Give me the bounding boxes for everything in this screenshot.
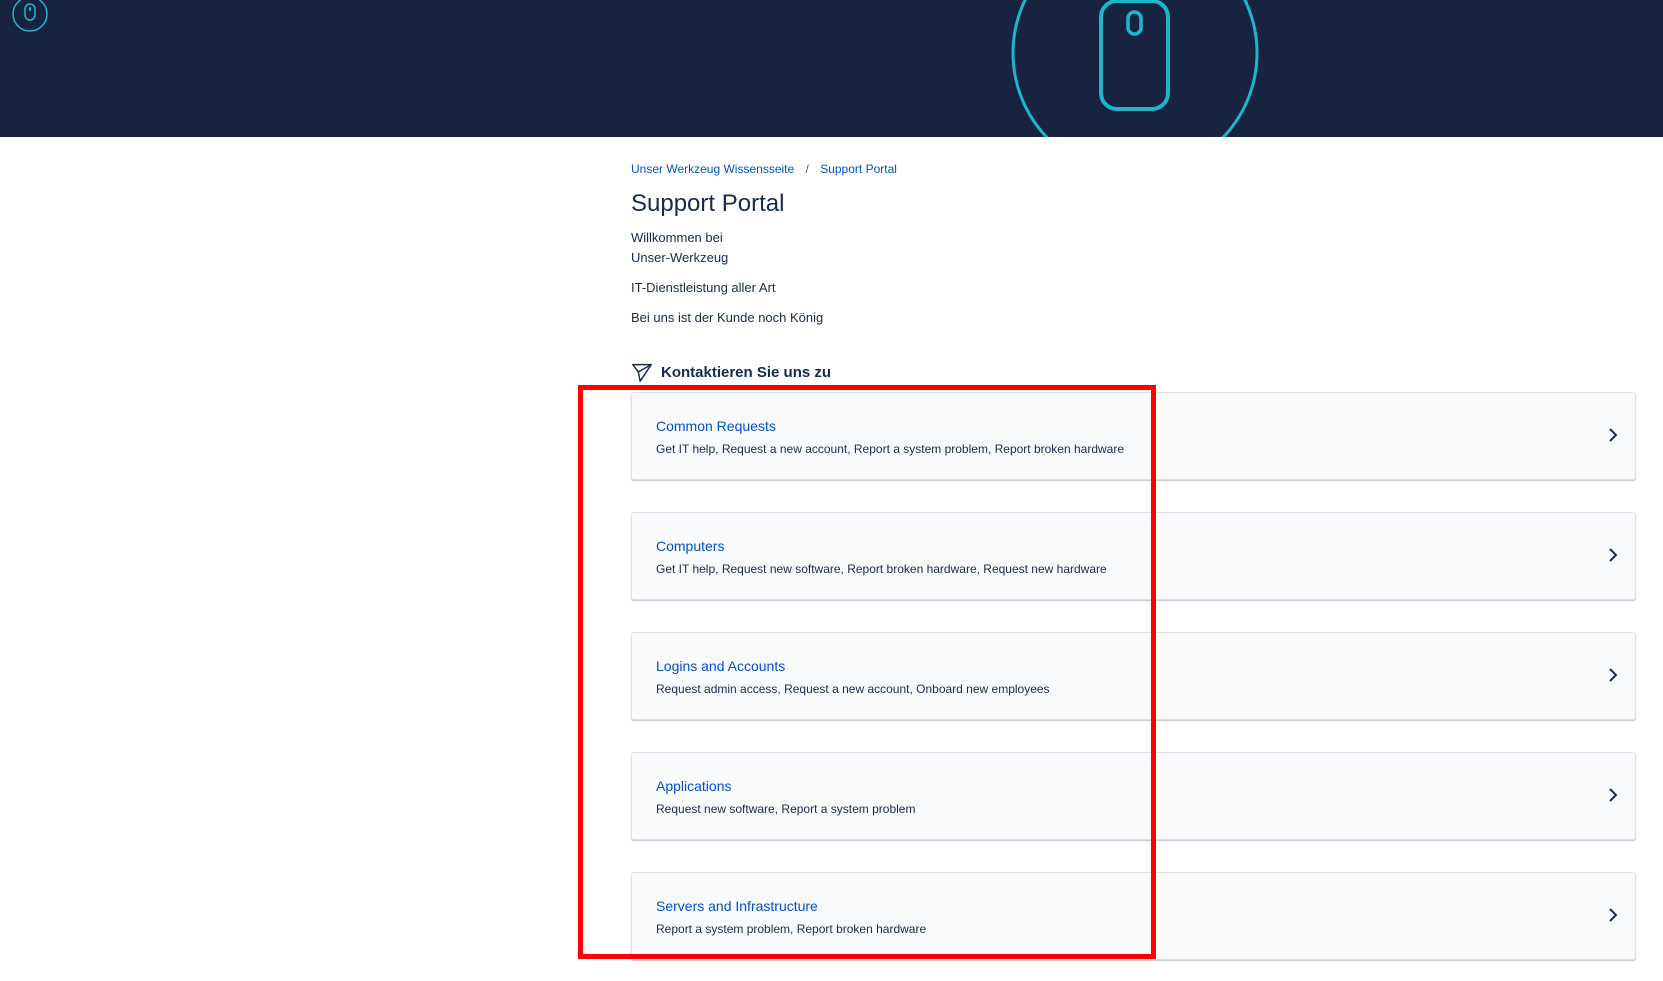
group-card-computers[interactable]: Computers Get IT help, Request new softw… — [631, 512, 1636, 600]
welcome-line-1: Willkommen bei — [631, 230, 723, 245]
group-card-servers-and-infrastructure[interactable]: Servers and Infrastructure Report a syst… — [631, 872, 1636, 960]
mouse-icon[interactable] — [10, 0, 50, 34]
welcome-line-2: Unser-Werkzeug — [631, 250, 729, 265]
breadcrumb-current-link[interactable]: Support Portal — [820, 162, 897, 176]
chevron-right-icon[interactable] — [1605, 907, 1621, 923]
group-title[interactable]: Logins and Accounts — [656, 658, 785, 674]
section-heading-label: Kontaktieren Sie uns zu — [661, 363, 832, 381]
group-title[interactable]: Applications — [656, 778, 732, 794]
group-description: Get IT help, Request a new account, Repo… — [656, 442, 1125, 456]
chevron-right-icon[interactable] — [1605, 787, 1621, 803]
breadcrumb: Unser Werkzeug Wissensseite / Support Po… — [631, 160, 1636, 178]
tagline-services: IT-Dienstleistung aller Art — [631, 280, 776, 295]
group-title[interactable]: Computers — [656, 538, 724, 554]
chevron-right-icon[interactable] — [1605, 667, 1621, 683]
group-card-applications[interactable]: Applications Request new software, Repor… — [631, 752, 1636, 840]
group-card-logins-and-accounts[interactable]: Logins and Accounts Request admin access… — [631, 632, 1636, 720]
group-title[interactable]: Servers and Infrastructure — [656, 898, 818, 914]
group-title[interactable]: Common Requests — [656, 418, 776, 434]
breadcrumb-home-link[interactable]: Unser Werkzeug Wissensseite — [631, 162, 794, 176]
breadcrumb-separator: / — [805, 162, 809, 176]
request-groups-list: Common Requests Get IT help, Request a n… — [631, 392, 1636, 960]
main-content: Unser Werkzeug Wissensseite / Support Po… — [631, 160, 1636, 981]
group-description: Report a system problem, Report broken h… — [656, 922, 927, 936]
chevron-right-icon[interactable] — [1605, 547, 1621, 563]
page-title: Support Portal — [631, 190, 785, 217]
welcome-text: Willkommen bei Unser-Werkzeug — [631, 228, 1636, 268]
header-banner — [0, 0, 1663, 137]
group-description: Request new software, Report a system pr… — [656, 802, 916, 816]
chevron-right-icon[interactable] — [1605, 427, 1621, 443]
group-description: Get IT help, Request new software, Repor… — [656, 562, 1107, 576]
group-description: Request admin access, Request a new acco… — [656, 682, 1050, 696]
tagline-customer: Bei uns ist der Kunde noch König — [631, 310, 824, 325]
mouse-icon — [1011, 0, 1259, 137]
support-portal-page: Unser Werkzeug Wissensseite / Support Po… — [0, 0, 1663, 981]
section-heading: Kontaktieren Sie uns zu — [631, 360, 1636, 384]
group-card-common-requests[interactable]: Common Requests Get IT help, Request a n… — [631, 392, 1636, 480]
paper-plane-icon — [632, 363, 652, 382]
